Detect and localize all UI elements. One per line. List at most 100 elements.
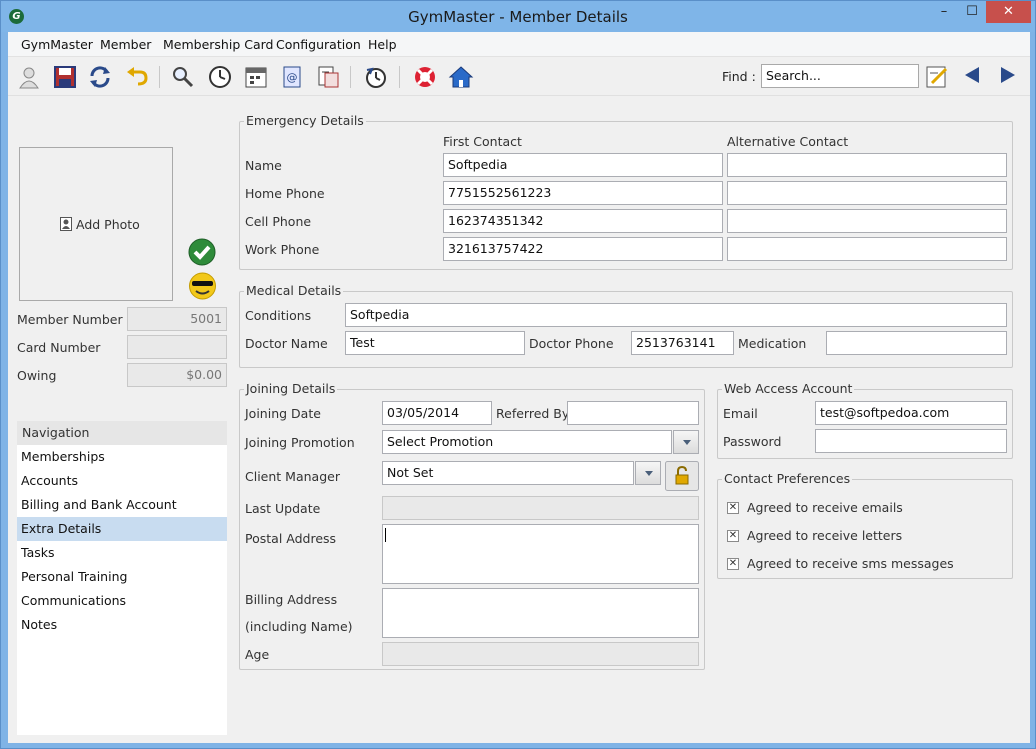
billing-address-textarea[interactable]: [382, 588, 699, 638]
emergency-name-first-input[interactable]: Softpedia: [443, 153, 723, 177]
minimize-button[interactable]: –: [931, 1, 957, 23]
emergency-home-phone-alt-input[interactable]: [727, 181, 1007, 205]
postal-address-label: Postal Address: [245, 531, 337, 546]
last-update-field: [382, 496, 699, 520]
agree-emails-label: Agreed to receive emails: [747, 500, 903, 515]
nav-item-tasks[interactable]: Tasks: [17, 541, 227, 565]
emergency-work-phone-first-input[interactable]: 321613757422: [443, 237, 723, 261]
nav-item-notes[interactable]: Notes: [17, 613, 227, 637]
emergency-cell-phone-alt-input[interactable]: [727, 209, 1007, 233]
web-password-input[interactable]: [815, 429, 1007, 453]
referred-by-input[interactable]: [567, 401, 699, 425]
web-email-input[interactable]: test@softpedoa.com: [815, 401, 1007, 425]
joining-promotion-select[interactable]: Select Promotion: [382, 430, 672, 454]
refresh-icon[interactable]: [87, 64, 113, 90]
client-area: GymMaster Member Membership Card Configu…: [8, 32, 1030, 743]
agree-sms-checkbox[interactable]: ✕: [727, 558, 739, 570]
add-photo-label: Add Photo: [75, 217, 140, 232]
toolbar-separator: [350, 66, 351, 88]
joining-promotion-label: Joining Promotion: [245, 435, 355, 450]
close-button[interactable]: ✕: [986, 1, 1031, 23]
app-window: G GymMaster - Member Details – ☐ ✕ GymMa…: [0, 0, 1036, 749]
agree-letters-label: Agreed to receive letters: [747, 528, 903, 543]
menu-membership-card[interactable]: Membership Card: [163, 37, 273, 52]
emergency-cell-phone-first-input[interactable]: 162374351342: [443, 209, 723, 233]
emergency-work-phone-alt-input[interactable]: [727, 237, 1007, 261]
age-label: Age: [245, 647, 270, 662]
medication-input[interactable]: [826, 331, 1007, 355]
emergency-name-label: Name: [245, 158, 282, 173]
web-access-title: Web Access Account: [722, 381, 855, 396]
doctor-phone-input[interactable]: 2513763141: [631, 331, 734, 355]
navigation-panel: Navigation Memberships Accounts Billing …: [17, 421, 227, 735]
menu-configuration[interactable]: Configuration: [276, 37, 361, 52]
doctor-name-input[interactable]: Test: [345, 331, 525, 355]
toolbar: @ Find : Search...: [8, 58, 1030, 96]
joining-details-title: Joining Details: [244, 381, 338, 396]
conditions-label: Conditions: [245, 308, 312, 323]
owing-label: Owing: [17, 368, 57, 383]
clock-icon[interactable]: [207, 64, 233, 90]
report-icon[interactable]: [315, 64, 341, 90]
member-number-field: 5001: [127, 307, 227, 331]
nav-item-personal-training[interactable]: Personal Training: [17, 565, 227, 589]
medical-details-title: Medical Details: [244, 283, 344, 298]
find-go-icon[interactable]: [924, 64, 950, 90]
alternative-contact-header: Alternative Contact: [727, 134, 849, 149]
new-member-icon[interactable]: [16, 64, 42, 90]
text-cursor: [385, 528, 386, 542]
help-lifebuoy-icon[interactable]: [412, 64, 438, 90]
home-icon[interactable]: [448, 64, 474, 90]
cool-smiley-icon: [189, 272, 216, 300]
search-icon[interactable]: [170, 64, 196, 90]
undo-icon[interactable]: [124, 64, 150, 90]
joining-date-input[interactable]: 03/05/2014: [382, 401, 492, 425]
age-field: [382, 642, 699, 666]
card-number-field: [127, 335, 227, 359]
conditions-input[interactable]: Softpedia: [345, 303, 1007, 327]
referred-by-label: Referred By: [496, 406, 570, 421]
maximize-button[interactable]: ☐: [959, 1, 985, 23]
next-arrow-icon[interactable]: [1001, 67, 1015, 83]
save-icon[interactable]: [52, 64, 78, 90]
contact-preferences-title: Contact Preferences: [722, 471, 853, 486]
medication-label: Medication: [738, 336, 807, 351]
client-manager-select[interactable]: Not Set: [382, 461, 634, 485]
nav-item-memberships[interactable]: Memberships: [17, 445, 227, 469]
previous-arrow-icon[interactable]: [965, 67, 979, 83]
window-title: GymMaster - Member Details: [408, 8, 628, 26]
nav-item-billing[interactable]: Billing and Bank Account: [17, 493, 227, 517]
photo-box[interactable]: Add Photo: [19, 147, 173, 301]
first-contact-header: First Contact: [443, 134, 522, 149]
history-icon[interactable]: [363, 64, 389, 90]
find-label: Find :: [722, 69, 756, 84]
doctor-name-label: Doctor Name: [245, 336, 328, 351]
postal-address-textarea[interactable]: [382, 524, 699, 584]
billing-address-label: Billing Address: [245, 592, 338, 607]
nav-item-extra-details[interactable]: Extra Details: [17, 517, 227, 541]
agree-letters-checkbox[interactable]: ✕: [727, 530, 739, 542]
nav-item-communications[interactable]: Communications: [17, 589, 227, 613]
unlock-icon[interactable]: [665, 461, 699, 491]
email-icon[interactable]: @: [279, 64, 305, 90]
menu-member[interactable]: Member: [100, 37, 151, 52]
find-search-input[interactable]: Search...: [761, 64, 919, 88]
card-number-label: Card Number: [17, 340, 101, 355]
emergency-work-phone-label: Work Phone: [245, 242, 320, 257]
last-update-label: Last Update: [245, 501, 321, 516]
emergency-details-title: Emergency Details: [244, 113, 366, 128]
agree-emails-checkbox[interactable]: ✕: [727, 502, 739, 514]
calendar-icon[interactable]: [243, 64, 269, 90]
active-check-icon: [188, 238, 216, 266]
title-bar: G GymMaster - Member Details – ☐ ✕: [1, 1, 1035, 32]
emergency-home-phone-first-input[interactable]: 7751552561223: [443, 181, 723, 205]
menu-help[interactable]: Help: [368, 37, 397, 52]
client-manager-dropdown-icon[interactable]: [635, 461, 661, 485]
nav-item-accounts[interactable]: Accounts: [17, 469, 227, 493]
add-photo-button[interactable]: Add Photo: [60, 217, 140, 232]
navigation-header: Navigation: [17, 421, 227, 445]
emergency-name-alt-input[interactable]: [727, 153, 1007, 177]
svg-text:@: @: [287, 71, 298, 84]
menu-gymmaster[interactable]: GymMaster: [21, 37, 93, 52]
joining-promotion-dropdown-icon[interactable]: [673, 430, 699, 454]
